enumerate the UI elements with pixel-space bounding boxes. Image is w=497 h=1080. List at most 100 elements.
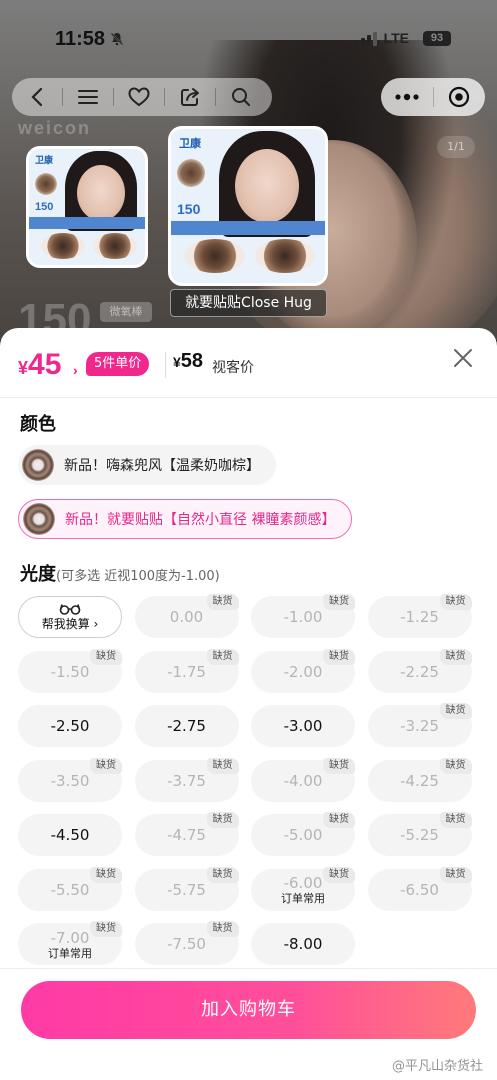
power-value: -3.50 bbox=[50, 771, 90, 790]
color-option-label: 新品！嗨森兜风【温柔奶咖棕】 bbox=[64, 458, 260, 474]
power-option[interactable]: -4.75 缺货 bbox=[134, 812, 239, 856]
conversion-helper-label: 帮我换算 › bbox=[41, 616, 99, 631]
more-dots-icon bbox=[395, 93, 419, 101]
power-option[interactable]: -2.00 缺货 bbox=[251, 648, 355, 693]
menu-button[interactable] bbox=[63, 78, 113, 116]
power-value: -2.50 bbox=[50, 717, 90, 735]
color-option-label: 新品！就要贴贴【自然小直径 裸瞳素颜感】 bbox=[65, 512, 336, 528]
power-value: -7.00 bbox=[50, 928, 90, 947]
product-thumbnail-selected[interactable]: 卫康 150 bbox=[168, 126, 328, 286]
battery-icon: 93 bbox=[423, 31, 451, 46]
power-option[interactable]: -4.50 bbox=[18, 814, 122, 856]
power-value: 0.00 bbox=[169, 608, 204, 626]
out-of-stock-tag: 缺货 bbox=[439, 812, 472, 828]
out-of-stock-tag: 缺货 bbox=[439, 594, 472, 610]
sale-price-label: 视客价 bbox=[212, 360, 254, 376]
power-option[interactable]: -8.00 bbox=[251, 923, 355, 965]
power-option[interactable]: -2.50 bbox=[18, 705, 122, 747]
out-of-stock-tag: 缺货 bbox=[323, 812, 355, 828]
thumbnail-number: 150 bbox=[35, 201, 54, 213]
out-of-stock-tag: 缺货 bbox=[90, 757, 122, 774]
power-value: -6.50 bbox=[400, 880, 439, 899]
price-main[interactable]: ¥45 bbox=[18, 348, 61, 382]
add-to-cart-button[interactable]: 加入购物车 bbox=[21, 981, 476, 1039]
out-of-stock-tag: 缺货 bbox=[206, 594, 239, 610]
out-of-stock-tag: 缺货 bbox=[323, 866, 355, 883]
power-value: -4.00 bbox=[283, 771, 323, 790]
power-option[interactable]: -3.00 bbox=[251, 705, 355, 747]
out-of-stock-tag: 缺货 bbox=[323, 594, 355, 610]
power-option[interactable]: -5.50 缺货 bbox=[18, 866, 122, 911]
power-option[interactable]: -5.25 缺货 bbox=[367, 812, 472, 856]
power-option[interactable]: -6.00 订单常用 缺货 bbox=[251, 866, 355, 911]
power-option[interactable]: -2.25 缺货 bbox=[367, 648, 472, 693]
chevron-right-icon: › bbox=[73, 362, 78, 378]
more-button[interactable] bbox=[381, 78, 433, 116]
out-of-stock-tag: 缺货 bbox=[439, 703, 472, 719]
image-counter: 1/1 bbox=[437, 136, 475, 158]
power-option[interactable]: 0.00 缺货 bbox=[134, 594, 239, 638]
share-icon bbox=[181, 88, 199, 106]
glasses-icon bbox=[59, 603, 81, 615]
power-option[interactable]: -3.50 缺货 bbox=[18, 757, 122, 802]
color-option-selected[interactable]: 新品！就要贴贴【自然小直径 裸瞳素颜感】 bbox=[18, 499, 353, 539]
product-image-area: weicon 150 微氧棒 11:58 LTE 93 1/1 卫康 150 卫… bbox=[0, 0, 497, 340]
power-value: -3.75 bbox=[167, 771, 206, 790]
power-option[interactable]: -4.00 缺货 bbox=[251, 757, 355, 802]
close-icon[interactable] bbox=[451, 346, 475, 370]
mute-bell-icon bbox=[110, 32, 124, 46]
power-title: 光度 bbox=[20, 564, 56, 585]
back-button[interactable] bbox=[12, 78, 62, 116]
sku-sheet: ¥45 › 5件单价 ¥58 视客价 颜色 新品！嗨森兜风【温柔奶咖棕】 新品！… bbox=[0, 328, 497, 1080]
conversion-helper-button[interactable]: 帮我换算 › bbox=[18, 596, 122, 638]
power-value: -4.50 bbox=[50, 826, 90, 844]
power-option[interactable]: -3.75 缺货 bbox=[134, 757, 239, 802]
power-option[interactable]: -7.50 缺货 bbox=[134, 921, 239, 965]
thumbnail-brand: 卫康 bbox=[35, 155, 54, 165]
out-of-stock-tag: 缺货 bbox=[323, 648, 355, 665]
power-option[interactable]: -6.50 缺货 bbox=[367, 866, 472, 911]
power-value: -2.75 bbox=[167, 717, 206, 735]
power-value: -4.25 bbox=[400, 771, 439, 790]
power-value: -3.00 bbox=[283, 717, 323, 735]
hero-badge: 微氧棒 bbox=[100, 302, 152, 322]
out-of-stock-tag: 缺货 bbox=[206, 648, 239, 665]
color-option[interactable]: 新品！嗨森兜风【温柔奶咖棕】 bbox=[18, 445, 276, 485]
power-subtitle: (可多选 近视100度为-1.00) bbox=[56, 569, 220, 584]
power-note: 订单常用 bbox=[48, 946, 92, 960]
out-of-stock-tag: 缺货 bbox=[206, 757, 239, 774]
power-note: 订单常用 bbox=[281, 892, 325, 905]
power-option[interactable]: -7.00 订单常用 缺货 bbox=[18, 921, 122, 965]
exit-miniprogram-button[interactable] bbox=[433, 78, 485, 116]
power-value: -1.75 bbox=[167, 662, 206, 681]
power-value: -4.75 bbox=[167, 826, 206, 844]
power-option[interactable]: -1.00 缺货 bbox=[251, 594, 355, 638]
power-option[interactable]: -1.75 缺货 bbox=[134, 648, 239, 693]
heart-icon bbox=[128, 87, 150, 107]
power-option[interactable]: -5.00 缺货 bbox=[251, 812, 355, 856]
power-value: -6.00 bbox=[283, 874, 323, 892]
power-option[interactable]: -1.25 缺货 bbox=[367, 594, 472, 638]
share-button[interactable] bbox=[165, 78, 215, 116]
power-option[interactable]: -1.50 缺货 bbox=[18, 648, 122, 693]
thumbnail-brand: 卫康 bbox=[179, 138, 201, 150]
power-value: -2.25 bbox=[400, 662, 439, 681]
out-of-stock-tag: 缺货 bbox=[439, 866, 472, 883]
network-label: LTE bbox=[383, 30, 409, 46]
capsule-menu bbox=[381, 78, 485, 116]
power-value: -5.50 bbox=[50, 880, 90, 899]
menu-icon bbox=[78, 90, 98, 104]
power-option[interactable]: -5.75 缺货 bbox=[134, 866, 239, 911]
watermark: @平凡山杂货社 bbox=[391, 1059, 483, 1074]
status-bar: 11:58 LTE 93 bbox=[0, 28, 497, 52]
search-button[interactable] bbox=[216, 78, 266, 116]
color-section-title: 颜色 bbox=[20, 414, 56, 435]
power-value: -1.50 bbox=[50, 662, 90, 681]
favorite-button[interactable] bbox=[114, 78, 164, 116]
power-option[interactable]: -3.25 缺货 bbox=[367, 703, 472, 747]
power-option[interactable]: -2.75 bbox=[134, 705, 239, 747]
footer-bar: 加入购物车 @平凡山杂货社 bbox=[0, 968, 497, 1080]
power-option[interactable]: -4.25 缺货 bbox=[367, 757, 472, 802]
product-thumbnail[interactable]: 卫康 150 bbox=[26, 146, 148, 268]
mini-program-nav bbox=[12, 78, 272, 116]
